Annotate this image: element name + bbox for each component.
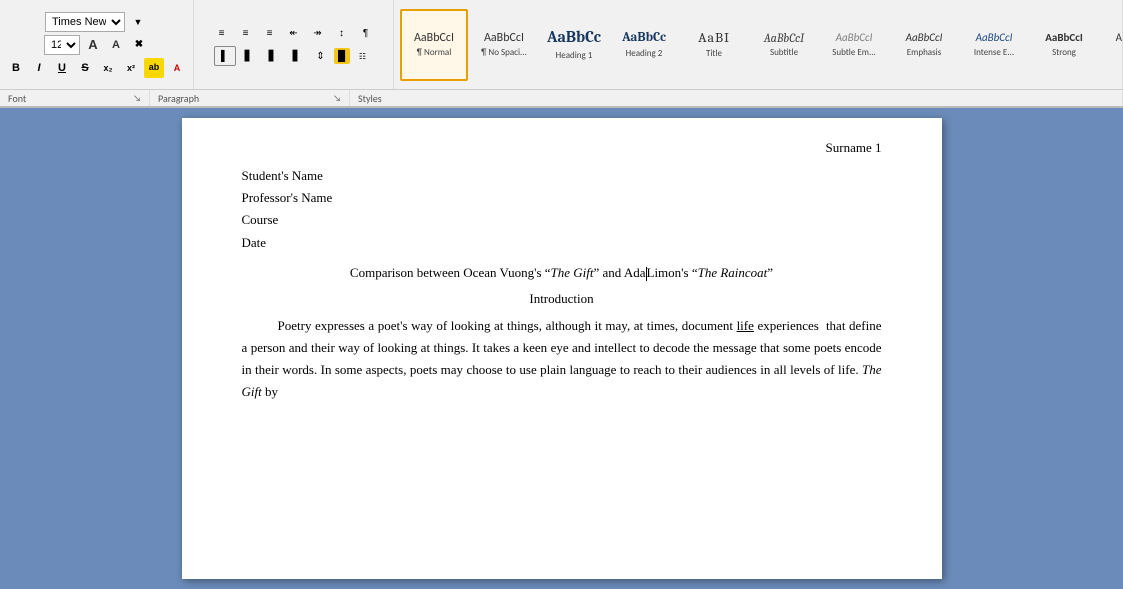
italic-button[interactable]: I [29,58,49,78]
justify-button[interactable]: ▋ [286,46,308,66]
decrease-indent-button[interactable]: ↞ [283,23,305,43]
paragraph-label: Paragraph ↘ [150,90,350,106]
style-item-title[interactable]: AaBITitle [680,9,748,81]
style-item-emphasis[interactable]: AaBbCcIEmphasis [890,9,958,81]
align-left-button[interactable]: ▌ [214,46,236,66]
style-item-more[interactable]: AaBbCcI... [1100,9,1123,81]
font-size-select[interactable]: 12 [44,35,80,55]
date-text: Date [242,235,267,250]
intro-heading: Introduction [242,289,882,309]
styles-section-label: Styles [358,92,382,105]
multilevel-list-button[interactable]: ≡ [259,23,281,43]
underline-button[interactable]: U [52,58,72,78]
intro-text: Introduction [529,291,593,306]
title-gift-italic: The Gift [551,265,594,280]
styles-section: AaBbCcI¶ NormalAaBbCcI¶ No Spaci...AaBbC… [394,0,1123,89]
style-item-intense-em[interactable]: AaBbCcIIntense E... [960,9,1028,81]
clear-format-button[interactable]: ✖ [129,35,149,55]
page-header: Surname 1 [242,138,882,158]
style-item-heading2[interactable]: AaBbCcHeading 2 [610,9,678,81]
align-center-button[interactable]: ▋ [238,46,260,66]
student-name-line: Student's Name [242,166,882,186]
date-line: Date [242,233,882,253]
superscript-button[interactable]: x² [121,58,141,78]
borders-button[interactable]: ☷ [352,46,374,66]
professor-name-line: Professor's Name [242,188,882,208]
bullet-list-button[interactable]: ≡ [211,23,233,43]
style-item-heading1[interactable]: AaBbCcHeading 1 [540,9,608,81]
font-section: Times New Roman ▼ 12 A A ✖ B I U S x₂ x²… [0,0,194,89]
toolbar-labels: Font ↘ Paragraph ↘ Styles [0,90,1123,108]
line-spacing-button[interactable]: ⇕ [310,46,332,66]
body-gift-italic: The Gift [242,362,882,399]
font-dialog-button[interactable]: ▼ [128,12,148,32]
font-shrink-button[interactable]: A [106,35,126,55]
toolbar: Times New Roman ▼ 12 A A ✖ B I U S x₂ x²… [0,0,1123,90]
font-label: Font ↘ [0,90,150,106]
style-item-strong[interactable]: AaBbCcIStrong [1030,9,1098,81]
styles-container: AaBbCcI¶ NormalAaBbCcI¶ No Spaci...AaBbC… [400,4,1123,85]
align-right-button[interactable]: ▋ [262,46,284,66]
font-family-select[interactable]: Times New Roman [45,12,125,32]
styles-label: Styles [350,90,1123,106]
font-section-label: Font [8,92,26,105]
style-item-subtitle[interactable]: AaBbCcISubtitle [750,9,818,81]
title-raincoat-italic: The Raincoat [698,265,768,280]
strikethrough-button[interactable]: S [75,58,95,78]
paragraph-expander[interactable]: ↘ [333,93,341,104]
body-underline-life: life [737,318,754,333]
page[interactable]: Surname 1 Student's Name Professor's Nam… [182,118,942,579]
subscript-button[interactable]: x₂ [98,58,118,78]
course-line: Course [242,210,882,230]
student-name-text: Student's Name [242,168,323,183]
style-item-no-spacing[interactable]: AaBbCcI¶ No Spaci... [470,9,538,81]
font-expander[interactable]: ↘ [133,93,141,104]
text-cursor [646,267,647,281]
shading-button[interactable]: █ [334,48,350,64]
document-area: Surname 1 Student's Name Professor's Nam… [0,108,1123,589]
sort-button[interactable]: ↕ [331,23,353,43]
highlight-button[interactable]: ab [144,58,164,78]
bold-button[interactable]: B [6,58,26,78]
style-item-subtle-em[interactable]: AaBbCcISubtle Em... [820,9,888,81]
paragraph-section-label: Paragraph [158,92,199,105]
course-text: Course [242,212,279,227]
essay-title: Comparison between Ocean Vuong's “The Gi… [242,263,882,283]
paragraph-section: ≡ ≡ ≡ ↞ ↠ ↕ ¶ ▌ ▋ ▋ ▋ ⇕ █ ☷ [194,0,394,89]
body-paragraph: Poetry expresses a poet's way of looking… [242,315,882,403]
show-formatting-button[interactable]: ¶ [355,23,377,43]
increase-indent-button[interactable]: ↠ [307,23,329,43]
font-color-button[interactable]: A [167,58,187,78]
professor-name-text: Professor's Name [242,190,333,205]
style-item-normal[interactable]: AaBbCcI¶ Normal [400,9,468,81]
font-grow-button[interactable]: A [83,35,103,55]
header-text: Surname 1 [826,140,882,155]
numbered-list-button[interactable]: ≡ [235,23,257,43]
